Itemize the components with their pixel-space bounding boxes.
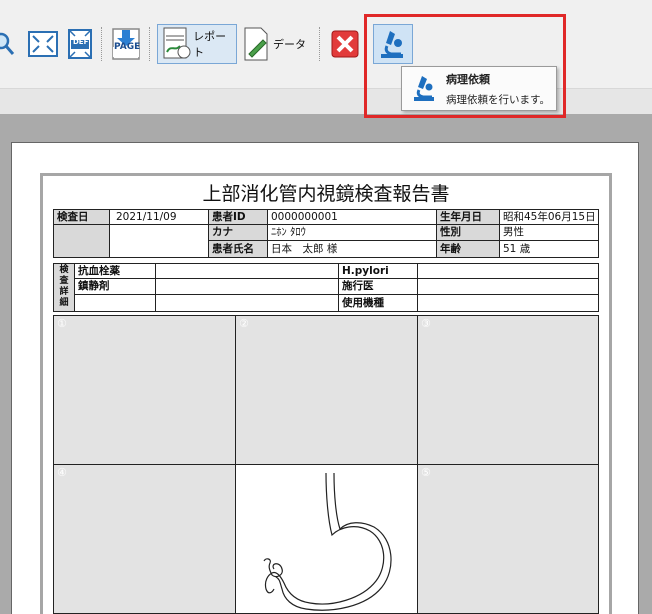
close-icon [331, 30, 359, 58]
hpylori-label: H.pylori [338, 263, 418, 279]
exam-date-value-cont [109, 224, 209, 258]
age-label: 年齢 [436, 240, 500, 258]
toolbar-separator [101, 27, 102, 61]
toolbar-separator [149, 27, 150, 61]
page-button[interactable]: PAGE [110, 23, 144, 65]
image-number: ① [57, 317, 67, 330]
page-label: PAGE [114, 42, 141, 52]
image-slot: ④ [53, 464, 236, 614]
image-slot: ① [53, 315, 236, 465]
zoom-button[interactable] [0, 23, 16, 65]
app-window: DEF PAGE レポート データ 上部消化管内視鏡検査報告書 検査日 2021… [0, 0, 652, 614]
patient-id-value: 0000000001 [267, 209, 437, 225]
report-button[interactable]: レポート [157, 24, 237, 64]
side-char: 検 [59, 265, 69, 275]
magnifier-icon [0, 32, 15, 55]
name-value: 日本 太郎 様 [267, 240, 437, 258]
report-button-label: レポート [193, 30, 227, 59]
microscope-icon [414, 76, 434, 101]
exam-date-label-cont [53, 224, 110, 258]
data-button-label: データ [273, 38, 306, 51]
device-value [417, 294, 599, 312]
antithrombotic-label: 抗血栓薬 [74, 263, 156, 279]
age-value: 51 歳 [499, 240, 599, 258]
side-char: 査 [59, 276, 69, 286]
tooltip: 病理依頼 病理依頼を行います。 [401, 66, 557, 111]
kana-value: ﾆﾎﾝ ﾀﾛｳ [267, 224, 437, 241]
device-label: 使用機種 [338, 294, 418, 312]
image-number: ⑤ [421, 466, 431, 479]
image-number: ③ [421, 317, 431, 330]
data-button[interactable]: データ [241, 23, 306, 65]
report-page: 上部消化管内視鏡検査報告書 検査日 2021/11/09 患者ID 000000… [11, 142, 639, 614]
sedative-value [155, 278, 339, 295]
exam-detail-side-label: 検 査 詳 細 [53, 263, 75, 312]
patient-id-label: 患者ID [208, 209, 268, 225]
toolbar-separator [319, 27, 320, 61]
report-title: 上部消化管内視鏡検査報告書 [202, 183, 450, 205]
blank-cell [74, 294, 156, 312]
report-frame: 上部消化管内視鏡検査報告書 検査日 2021/11/09 患者ID 000000… [40, 173, 612, 614]
stomach-diagram-slot [235, 464, 418, 614]
sex-value: 男性 [499, 224, 599, 241]
birth-label: 生年月日 [436, 209, 500, 225]
operator-value [417, 278, 599, 295]
fit-page-button[interactable] [28, 23, 58, 65]
sex-label: 性別 [436, 224, 500, 241]
image-slot: ② [235, 315, 418, 465]
birth-value: 昭和45年06月15日 [499, 209, 599, 225]
name-label: 患者氏名 [208, 240, 268, 258]
kana-label: カナ [208, 224, 268, 241]
close-button[interactable] [331, 23, 359, 65]
report-viewer: 上部消化管内視鏡検査報告書 検査日 2021/11/09 患者ID 000000… [0, 114, 652, 614]
def-label: DEF [73, 38, 89, 46]
side-char: 詳 [59, 287, 69, 297]
exam-date-label: 検査日 [53, 209, 110, 225]
image-slot: ⑤ [417, 464, 599, 614]
blank-cell [155, 294, 339, 312]
def-zoom-button[interactable]: DEF [66, 23, 94, 65]
antithrombotic-value [155, 263, 339, 279]
tooltip-title: 病理依頼 [446, 73, 490, 86]
report-icon [163, 27, 191, 59]
sedative-label: 鎮静剤 [74, 278, 156, 295]
fit-page-icon [28, 31, 58, 57]
exam-date-value: 2021/11/09 [109, 209, 209, 225]
image-number: ② [239, 317, 249, 330]
tooltip-description: 病理依頼を行います。 [446, 94, 550, 106]
data-icon [244, 27, 268, 61]
hpylori-value [417, 263, 599, 279]
side-char: 細 [59, 298, 69, 308]
image-number: ④ [57, 466, 67, 479]
operator-label: 施行医 [338, 278, 418, 295]
image-slot: ③ [417, 315, 599, 465]
stomach-diagram [263, 472, 392, 611]
